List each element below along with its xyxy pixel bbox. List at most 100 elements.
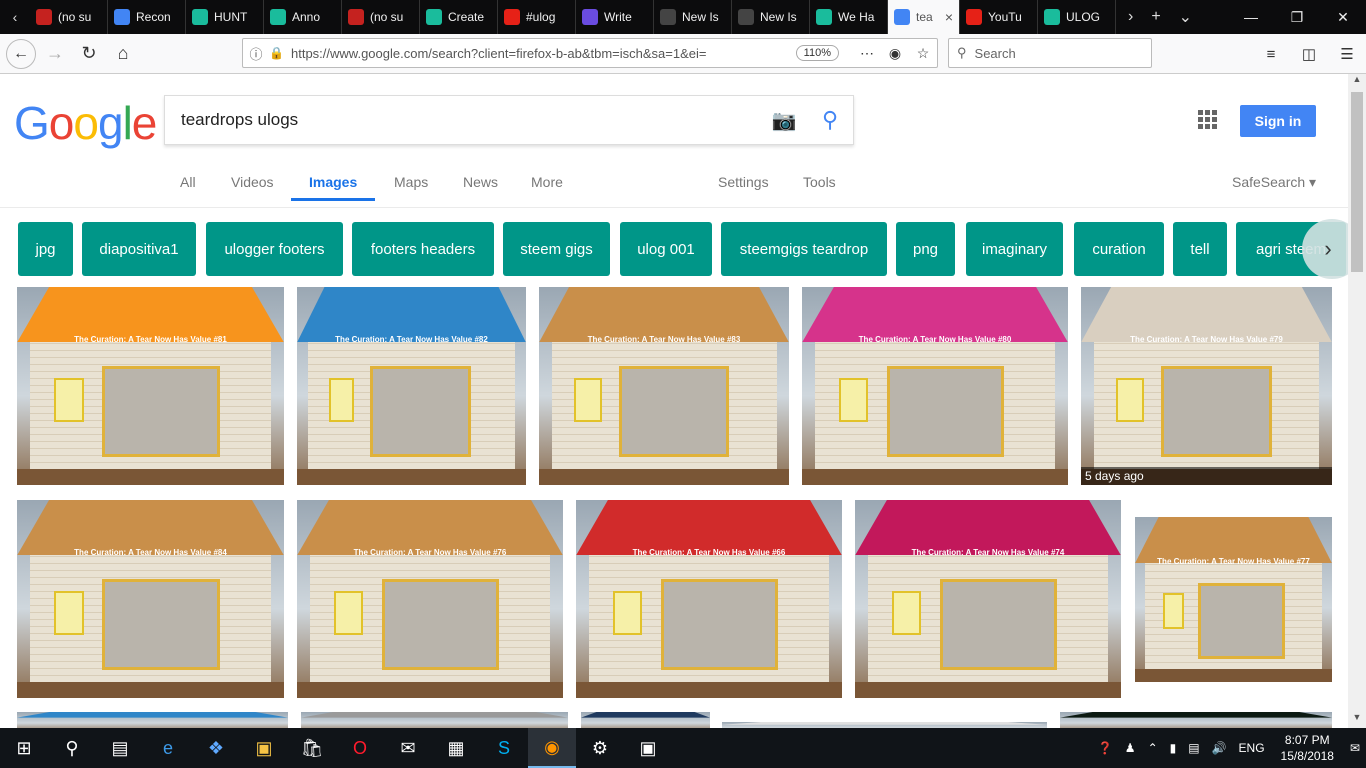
- notifications-icon[interactable]: ✉: [1344, 741, 1366, 755]
- help-icon[interactable]: ❓: [1092, 741, 1119, 755]
- network-icon[interactable]: ▤: [1182, 741, 1205, 755]
- browser-tab[interactable]: Create: [420, 0, 498, 34]
- scrollbar-thumb[interactable]: [1351, 92, 1363, 272]
- people-icon[interactable]: ♟: [1119, 741, 1142, 755]
- image-result[interactable]: The Curation: A Tear Now Has Value #76: [297, 500, 563, 698]
- browser-tab[interactable]: New Is: [732, 0, 810, 34]
- related-chip[interactable]: curation: [1074, 222, 1164, 276]
- tab-images[interactable]: Images: [291, 174, 376, 201]
- edge-icon[interactable]: e: [144, 728, 192, 768]
- new-tab-button[interactable]: +: [1151, 8, 1160, 26]
- browser-search-field[interactable]: ⚲ Search: [948, 38, 1152, 68]
- image-result[interactable]: The Curation: A Tear Now Has Value #82: [297, 287, 526, 485]
- scroll-down-arrow-icon[interactable]: ▼: [1348, 712, 1366, 728]
- tab-videos[interactable]: Videos: [231, 174, 274, 190]
- opera-icon[interactable]: O: [336, 728, 384, 768]
- pocket-icon[interactable]: ◉: [881, 45, 909, 62]
- browser-tab[interactable]: We Ha: [810, 0, 888, 34]
- related-chip[interactable]: tell: [1173, 222, 1227, 276]
- browser-tab[interactable]: YouTu: [960, 0, 1038, 34]
- tray-expand-icon[interactable]: ⌃: [1142, 741, 1164, 755]
- mail-icon[interactable]: ✉: [384, 728, 432, 768]
- close-window-button[interactable]: ✕: [1320, 9, 1366, 26]
- scroll-up-arrow-icon[interactable]: ▲: [1348, 74, 1366, 90]
- browser-tab[interactable]: tea ×: [888, 0, 960, 34]
- image-result[interactable]: The Curation: A Tear Now Has Value #80: [802, 287, 1068, 485]
- related-chip[interactable]: jpg: [18, 222, 73, 276]
- restore-button[interactable]: ❐: [1274, 9, 1320, 26]
- firefox-icon[interactable]: ◉: [528, 728, 576, 768]
- tab-scroll-right-button[interactable]: ›: [1128, 8, 1133, 26]
- close-tab-icon[interactable]: ×: [945, 9, 953, 25]
- task-view-icon[interactable]: ▤: [96, 728, 144, 768]
- menu-icon[interactable]: ☰: [1328, 45, 1366, 63]
- network-app-icon[interactable]: ▦: [432, 728, 480, 768]
- browser-tab[interactable]: HUNT: [186, 0, 264, 34]
- related-chip[interactable]: steem gigs: [503, 222, 610, 276]
- volume-icon[interactable]: 🔊: [1206, 741, 1233, 755]
- page-scrollbar[interactable]: ▲ ▼: [1348, 74, 1366, 728]
- apps-grid-icon[interactable]: [1198, 110, 1217, 129]
- browser-tab[interactable]: (no su: [342, 0, 420, 34]
- tab-list-dropdown-icon[interactable]: ⌄: [1179, 7, 1192, 27]
- google-logo[interactable]: Google: [14, 96, 157, 150]
- image-result[interactable]: The Curation: A Tear Now Has Value #66: [576, 500, 842, 698]
- settings-link[interactable]: Settings: [718, 174, 769, 190]
- related-chip[interactable]: imaginary: [966, 222, 1063, 276]
- safesearch-dropdown[interactable]: SafeSearch ▾: [1232, 174, 1316, 191]
- browser-tab[interactable]: #ulog: [498, 0, 576, 34]
- related-chip[interactable]: footers headers: [352, 222, 494, 276]
- tools-link[interactable]: Tools: [803, 174, 836, 190]
- image-result[interactable]: The Curation: A Tear Now Has Value #84: [17, 500, 284, 698]
- library-icon[interactable]: ≡: [1252, 46, 1290, 63]
- skype-icon[interactable]: S: [480, 728, 528, 768]
- image-result[interactable]: [581, 712, 710, 728]
- bookmark-star-icon[interactable]: ☆: [909, 45, 937, 62]
- home-button[interactable]: ⌂: [106, 37, 140, 71]
- search-icon[interactable]: ⚲: [48, 728, 96, 768]
- related-chip[interactable]: diapositiva1: [82, 222, 196, 276]
- file-explorer-icon[interactable]: ▣: [240, 728, 288, 768]
- clock[interactable]: 8:07 PM 15/8/2018: [1271, 732, 1344, 764]
- sign-in-button[interactable]: Sign in: [1240, 105, 1316, 137]
- forward-button[interactable]: →: [38, 37, 72, 71]
- tab-scroll-left-button[interactable]: ‹: [0, 0, 30, 34]
- url-text[interactable]: https://www.google.com/search?client=fir…: [285, 46, 796, 61]
- photos-icon[interactable]: ▣: [624, 728, 672, 768]
- start-button[interactable]: ⊞: [0, 728, 48, 768]
- image-result[interactable]: [301, 712, 568, 728]
- url-bar[interactable]: ⓘ 🔒 https://www.google.com/search?client…: [242, 38, 938, 68]
- browser-tab[interactable]: New Is: [654, 0, 732, 34]
- image-result[interactable]: [1060, 712, 1332, 728]
- site-info-icon[interactable]: ⓘ: [243, 44, 269, 63]
- camera-icon[interactable]: 📷: [761, 108, 807, 133]
- store-icon[interactable]: 🛍: [288, 728, 336, 768]
- image-result[interactable]: The Curation: A Tear Now Has Value #81: [17, 287, 284, 485]
- google-search-input[interactable]: [165, 110, 761, 130]
- sidebar-icon[interactable]: ◫: [1290, 45, 1328, 63]
- tab-maps[interactable]: Maps: [394, 174, 428, 190]
- browser-tab[interactable]: Recon: [108, 0, 186, 34]
- browser-tab[interactable]: Anno: [264, 0, 342, 34]
- battery-icon[interactable]: ▮: [1164, 741, 1183, 755]
- image-result[interactable]: The Curation: A Tear Now Has Value #74: [855, 500, 1121, 698]
- related-chip[interactable]: ulogger footers: [206, 222, 343, 276]
- search-submit-icon[interactable]: ⚲: [807, 107, 853, 133]
- input-language[interactable]: ENG: [1233, 741, 1271, 755]
- dropbox-icon[interactable]: ❖: [192, 728, 240, 768]
- related-chip[interactable]: steemgigs teardrop: [721, 222, 887, 276]
- image-result[interactable]: The Curation: A Tear Now Has Value #77: [1135, 517, 1332, 682]
- reload-button[interactable]: ↻: [72, 37, 106, 71]
- tab-all[interactable]: All: [180, 174, 196, 190]
- settings-gear-icon[interactable]: ⚙: [576, 728, 624, 768]
- back-button[interactable]: ←: [6, 38, 36, 69]
- image-result[interactable]: [17, 712, 288, 728]
- image-result[interactable]: The Curation: A Tear Now Has Value #79 5 …: [1081, 287, 1332, 485]
- tab-more[interactable]: More: [531, 174, 563, 190]
- zoom-level-badge[interactable]: 110%: [795, 45, 839, 61]
- image-result[interactable]: The Curation: A Tear Now Has Value #83: [539, 287, 789, 485]
- browser-tab[interactable]: Write: [576, 0, 654, 34]
- related-chip[interactable]: ulog 001: [620, 222, 712, 276]
- related-chip[interactable]: png: [896, 222, 955, 276]
- browser-tab[interactable]: (no su: [30, 0, 108, 34]
